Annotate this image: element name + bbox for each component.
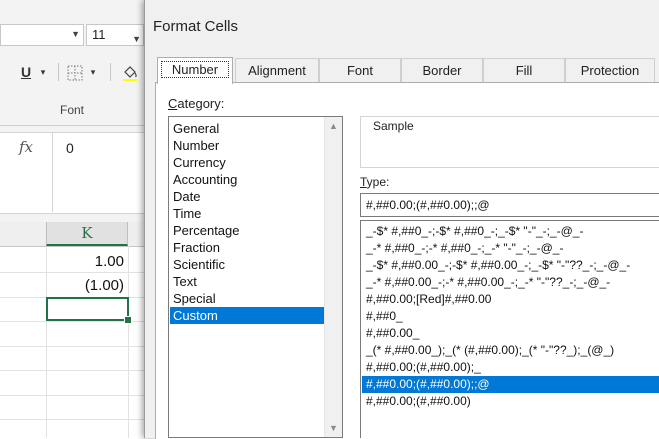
format-code-item[interactable]: _-* #,##0_-;-* #,##0_-;_-* "-"_-;_-@_- xyxy=(364,240,651,257)
paint-bucket-icon xyxy=(123,66,137,82)
category-scrollbar[interactable]: ▲ ▼ xyxy=(324,117,342,437)
font-toolbar-row: U ▾ ▾ xyxy=(0,60,144,86)
row-gridline xyxy=(0,321,144,322)
row-gridline xyxy=(0,419,144,420)
row-gridline xyxy=(0,272,144,273)
font-group-label: Font xyxy=(59,103,84,117)
tab-protection[interactable]: Protection xyxy=(565,58,655,82)
category-item-special[interactable]: Special xyxy=(173,290,323,307)
type-label: Type: xyxy=(360,175,389,189)
category-item-text[interactable]: Text xyxy=(173,273,323,290)
toolbar-separator xyxy=(110,63,111,81)
dialog-title: Format Cells xyxy=(153,18,239,35)
tab-font[interactable]: Font xyxy=(319,58,401,82)
fill-handle[interactable] xyxy=(124,316,132,324)
scroll-up-icon[interactable]: ▲ xyxy=(325,121,342,131)
tab-number[interactable]: Number xyxy=(157,57,233,84)
tab-number-label: Number xyxy=(160,61,230,78)
font-size-value: 11 xyxy=(92,27,106,42)
format-code-item-selected[interactable]: #,##0.00;(#,##0.00);;@ xyxy=(362,376,659,393)
format-code-item[interactable]: #,##0_ xyxy=(364,308,651,325)
row-gridline xyxy=(0,395,144,396)
formula-bar-separator xyxy=(52,132,53,212)
underline-button[interactable]: U xyxy=(16,60,36,84)
excel-window: ▼ 11 ▼ U ▾ ▾ Font fx 0 K 1.00 (1.00) xyxy=(0,0,144,438)
toolbar-separator xyxy=(58,63,59,81)
tab-border[interactable]: Border xyxy=(401,58,483,82)
column-gridline xyxy=(128,246,129,438)
format-code-item[interactable]: #,##0.00;(#,##0.00);_ xyxy=(364,359,651,376)
category-item-custom[interactable]: Custom xyxy=(170,307,326,324)
category-item-date[interactable]: Date xyxy=(173,188,323,205)
scroll-down-icon[interactable]: ▼ xyxy=(325,423,342,433)
cell-k1[interactable]: 1.00 xyxy=(95,253,124,270)
sample-label: Sample xyxy=(371,119,416,133)
format-code-item[interactable]: #,##0.00;(#,##0.00) xyxy=(364,393,651,410)
formula-value[interactable]: 0 xyxy=(66,140,74,156)
category-item-general[interactable]: General xyxy=(173,120,323,137)
category-item-number[interactable]: Number xyxy=(173,137,323,154)
category-item-percentage[interactable]: Percentage xyxy=(173,222,323,239)
format-code-item[interactable]: _-* #,##0.00_-;-* #,##0.00_-;_-* "-"??_-… xyxy=(364,274,651,291)
row-gridline xyxy=(0,370,144,371)
type-input[interactable] xyxy=(360,193,659,217)
format-code-item[interactable]: #,##0.00;[Red]#,##0.00 xyxy=(364,291,651,308)
type-label-mnemonic: T xyxy=(360,175,367,189)
column-gridline xyxy=(46,246,47,438)
format-code-item[interactable]: _(* #,##0.00_);_(* (#,##0.00);_(* "-"??_… xyxy=(364,342,651,359)
tab-alignment[interactable]: Alignment xyxy=(235,58,319,82)
active-cell-outline[interactable] xyxy=(46,297,129,321)
borders-icon xyxy=(67,65,83,81)
format-code-item[interactable]: #,##0.00_ xyxy=(364,325,651,342)
chevron-down-icon[interactable]: ▼ xyxy=(71,29,80,39)
borders-dropdown-icon[interactable]: ▾ xyxy=(88,60,98,84)
category-label-text: ategory: xyxy=(177,96,225,111)
category-listbox[interactable]: General Number Currency Accounting Date … xyxy=(168,116,343,438)
category-item-currency[interactable]: Currency xyxy=(173,154,323,171)
column-header-k[interactable]: K xyxy=(46,222,128,246)
format-code-item[interactable]: _-$* #,##0.00_-;-$* #,##0.00_-;_-$* "-"?… xyxy=(364,257,651,274)
font-size-combobox[interactable]: 11 ▼ xyxy=(86,24,144,46)
category-label: Category: xyxy=(168,96,224,111)
insert-function-icon[interactable]: fx xyxy=(12,138,40,160)
category-item-scientific[interactable]: Scientific xyxy=(173,256,323,273)
category-item-time[interactable]: Time xyxy=(173,205,323,222)
cell-k2[interactable]: (1.00) xyxy=(85,277,124,294)
type-label-text: ype: xyxy=(366,175,390,189)
tab-strip: Number Alignment Font Border Fill Protec… xyxy=(155,57,655,84)
format-code-item[interactable]: _-$* #,##0_-;-$* #,##0_-;_-$* "-"_-;_-@_… xyxy=(364,223,651,240)
format-code-listbox[interactable]: _-$* #,##0_-;-$* #,##0_-;_-$* "-"_-;_-@_… xyxy=(360,220,659,438)
format-cells-dialog: Format Cells Number Alignment Font Borde… xyxy=(144,0,659,439)
chevron-down-icon[interactable]: ▼ xyxy=(132,29,141,49)
borders-button[interactable] xyxy=(64,60,86,84)
category-item-fraction[interactable]: Fraction xyxy=(173,239,323,256)
category-label-mnemonic: C xyxy=(168,96,178,111)
category-item-accounting[interactable]: Accounting xyxy=(173,171,323,188)
fill-color-button[interactable] xyxy=(118,60,142,84)
underline-dropdown-icon[interactable]: ▾ xyxy=(38,60,48,84)
ribbon-divider xyxy=(0,125,144,126)
font-name-combobox[interactable]: ▼ xyxy=(0,24,84,46)
row-gridline xyxy=(0,346,144,347)
tab-fill[interactable]: Fill xyxy=(483,58,565,82)
